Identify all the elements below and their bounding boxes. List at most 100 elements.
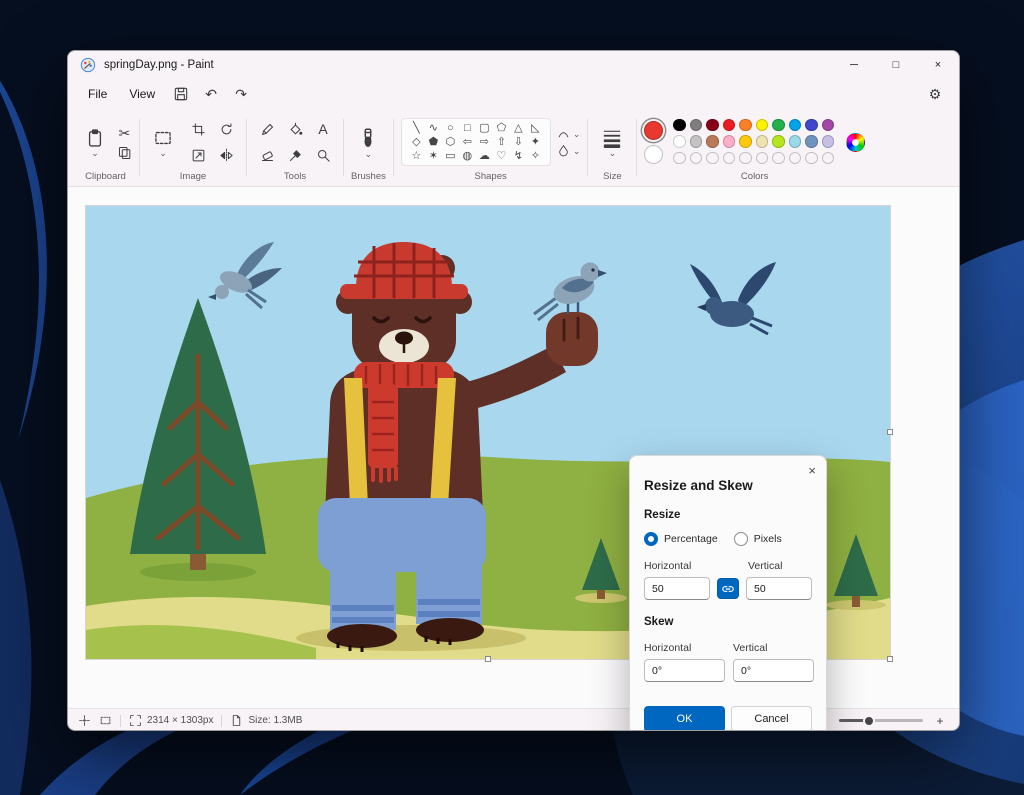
color-swatch[interactable] <box>690 119 703 132</box>
zoom-slider[interactable] <box>839 719 923 722</box>
shape-icon[interactable]: ╲ <box>408 121 425 135</box>
empty-color-slot[interactable] <box>723 152 736 165</box>
skew-horizontal-input[interactable] <box>644 659 725 682</box>
copy-button[interactable] <box>117 145 132 160</box>
empty-color-slot[interactable] <box>706 152 719 165</box>
radio-percentage[interactable]: Percentage <box>644 532 718 546</box>
color-swatch[interactable] <box>822 119 835 132</box>
color-swatch[interactable] <box>756 119 769 132</box>
color-swatch[interactable] <box>739 119 752 132</box>
shape-icon[interactable]: ⇧ <box>493 135 510 149</box>
shape-icon[interactable]: ⇩ <box>510 135 527 149</box>
color-swatch[interactable] <box>673 119 686 132</box>
skew-vertical-input[interactable] <box>733 659 814 682</box>
color-swatch[interactable] <box>805 135 818 148</box>
shape-icon[interactable]: ↯ <box>510 149 527 163</box>
pencil-button[interactable] <box>254 117 280 141</box>
cancel-button[interactable]: Cancel <box>731 706 812 731</box>
minimize-button[interactable]: ─ <box>833 51 875 79</box>
undo-button[interactable]: ↶ <box>197 82 225 106</box>
text-button[interactable]: A <box>310 117 336 141</box>
shape-icon[interactable]: △ <box>510 121 527 135</box>
color-swatch[interactable] <box>805 119 818 132</box>
paste-button[interactable]: ⌄ <box>79 125 111 160</box>
shape-icon[interactable]: ◺ <box>527 121 544 135</box>
eraser-button[interactable] <box>254 143 280 167</box>
shape-fill-button[interactable]: ⌄ <box>557 144 581 157</box>
color-swatch[interactable] <box>739 135 752 148</box>
color-swatch[interactable] <box>772 119 785 132</box>
color-swatch[interactable] <box>706 135 719 148</box>
zoom-in-button[interactable]: + <box>931 714 949 728</box>
shape-icon[interactable]: ☁ <box>476 149 493 163</box>
empty-color-slot[interactable] <box>772 152 785 165</box>
shape-icon[interactable]: ⬠ <box>493 121 510 135</box>
color-picker-button[interactable] <box>282 143 308 167</box>
canvas-resize-handle-right[interactable] <box>887 429 893 435</box>
zoom-slider-thumb[interactable] <box>863 715 875 727</box>
ok-button[interactable]: OK <box>644 706 725 731</box>
redo-button[interactable]: ↷ <box>227 82 255 106</box>
resize-button[interactable] <box>185 143 211 167</box>
empty-color-slot[interactable] <box>789 152 802 165</box>
empty-color-slot[interactable] <box>690 152 703 165</box>
brushes-button[interactable]: ⌄ <box>351 124 385 161</box>
color-swatch[interactable] <box>706 119 719 132</box>
crop-button[interactable] <box>185 117 211 141</box>
color-swatch[interactable] <box>789 119 802 132</box>
empty-color-slot[interactable] <box>739 152 752 165</box>
shape-icon[interactable]: ▭ <box>442 149 459 163</box>
empty-color-slot[interactable] <box>805 152 818 165</box>
shape-icon[interactable]: ✦ <box>527 135 544 149</box>
shape-icon[interactable]: ○ <box>442 121 459 135</box>
shape-icon[interactable]: ♡ <box>493 149 510 163</box>
shape-icon[interactable]: ◇ <box>408 135 425 149</box>
magnifier-button[interactable] <box>310 143 336 167</box>
menu-file[interactable]: File <box>78 83 117 105</box>
shape-icon[interactable]: ✶ <box>425 149 442 163</box>
edit-colors-button[interactable] <box>846 133 865 152</box>
shape-icon[interactable]: ∿ <box>425 121 442 135</box>
titlebar[interactable]: springDay.png - Paint ─ □ × <box>68 51 959 79</box>
shape-icon[interactable]: ⇦ <box>459 135 476 149</box>
secondary-color-swatch[interactable] <box>644 145 663 164</box>
shape-icon[interactable]: ⬡ <box>442 135 459 149</box>
shape-icon[interactable]: □ <box>459 121 476 135</box>
shape-icon[interactable]: ⬟ <box>425 135 442 149</box>
color-swatch[interactable] <box>789 135 802 148</box>
color-swatch[interactable] <box>723 119 736 132</box>
shape-icon[interactable]: ⇨ <box>476 135 493 149</box>
empty-color-slot[interactable] <box>673 152 686 165</box>
empty-color-slot[interactable] <box>822 152 835 165</box>
shape-icon[interactable]: ✧ <box>527 149 544 163</box>
resize-horizontal-input[interactable] <box>644 577 710 600</box>
settings-button[interactable]: ⚙ <box>921 82 949 106</box>
shape-icon[interactable]: ▢ <box>476 121 493 135</box>
close-button[interactable]: × <box>917 51 959 79</box>
maximize-button[interactable]: □ <box>875 51 917 79</box>
maintain-aspect-ratio-button[interactable] <box>717 578 739 599</box>
primary-color-swatch[interactable] <box>644 121 663 140</box>
resize-vertical-input[interactable] <box>746 577 812 600</box>
select-button[interactable]: ⌄ <box>147 125 179 160</box>
canvas-resize-handle-bottom[interactable] <box>485 656 491 662</box>
shape-icon[interactable]: ☆ <box>408 149 425 163</box>
color-swatch[interactable] <box>723 135 736 148</box>
menu-view[interactable]: View <box>119 83 165 105</box>
flip-button[interactable] <box>213 143 239 167</box>
color-swatch[interactable] <box>756 135 769 148</box>
shape-outline-button[interactable]: ⌄ <box>557 127 581 140</box>
color-swatch[interactable] <box>673 135 686 148</box>
empty-color-slot[interactable] <box>756 152 769 165</box>
cut-button[interactable]: ✂ <box>117 125 132 142</box>
size-button[interactable]: ⌄ <box>595 125 629 160</box>
radio-pixels[interactable]: Pixels <box>734 532 782 546</box>
color-swatch[interactable] <box>772 135 785 148</box>
save-button[interactable] <box>167 82 195 106</box>
fill-button[interactable] <box>282 117 308 141</box>
shape-icon[interactable]: ◍ <box>459 149 476 163</box>
rotate-button[interactable] <box>213 117 239 141</box>
canvas-resize-handle-corner[interactable] <box>887 656 893 662</box>
dialog-close-button[interactable]: × <box>808 463 816 478</box>
color-swatch[interactable] <box>690 135 703 148</box>
